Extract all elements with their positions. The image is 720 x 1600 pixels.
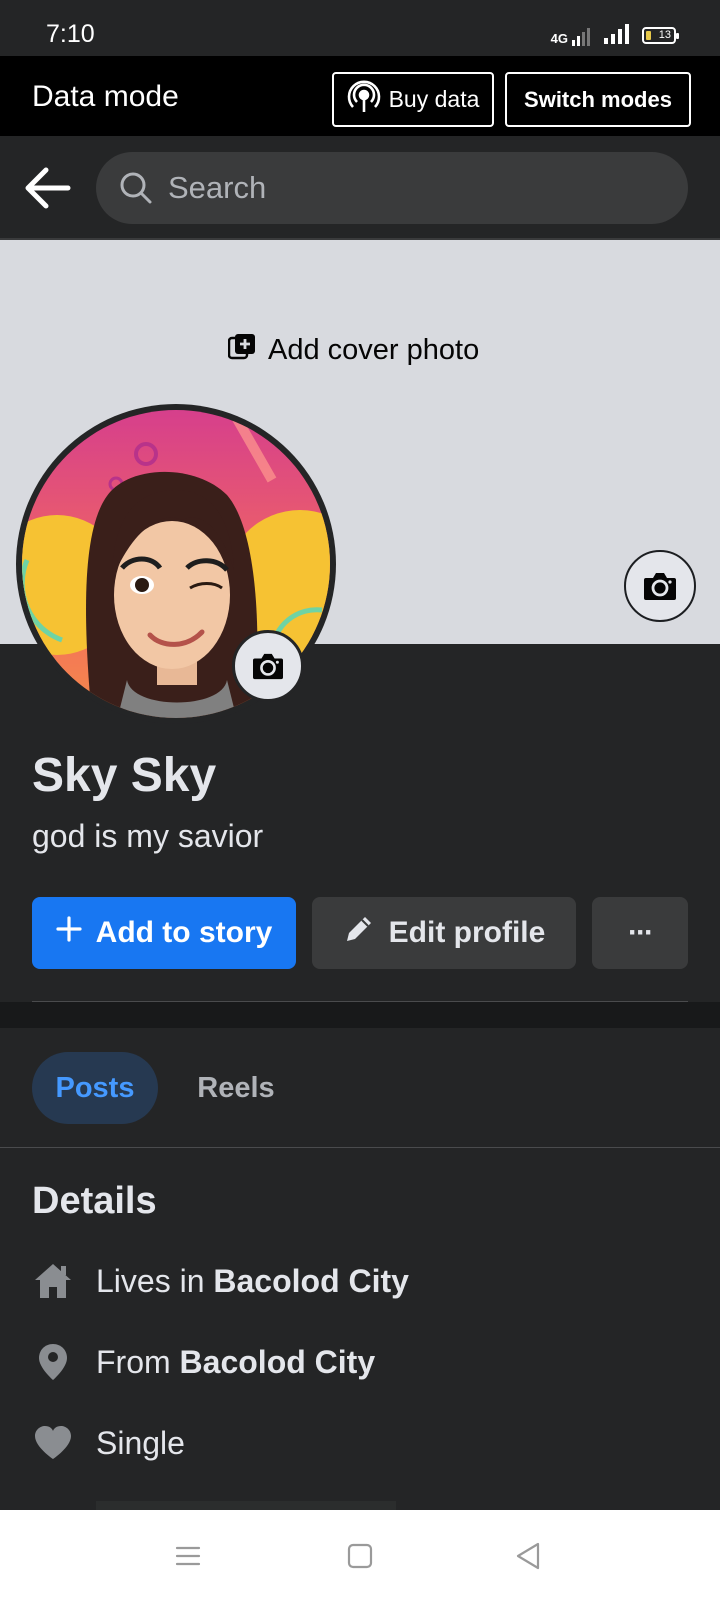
more-icon: ··· — [628, 916, 654, 949]
broadcast-icon — [347, 80, 381, 120]
section-separator — [0, 1002, 720, 1028]
triangle-back-icon — [516, 1542, 540, 1570]
plus-icon — [56, 916, 82, 950]
location-pin-icon — [32, 1341, 74, 1383]
add-to-story-button[interactable]: Add to story — [32, 897, 296, 969]
profile-bio: god is my savior — [32, 818, 264, 854]
detail-from: From Bacolod City — [32, 1337, 375, 1387]
camera-icon — [644, 573, 676, 600]
heart-icon — [32, 1422, 74, 1464]
search-input[interactable] — [168, 152, 668, 224]
switch-modes-label: Switch modes — [524, 86, 672, 112]
add-photo-icon — [227, 332, 256, 368]
status-time: 7:10 — [46, 20, 95, 48]
add-to-story-label: Add to story — [95, 916, 273, 949]
lives-in-prefix: Lives in — [96, 1262, 214, 1299]
relationship-text: Single — [96, 1424, 185, 1461]
recents-button[interactable] — [168, 1536, 208, 1576]
data-mode-title: Data mode — [32, 80, 179, 113]
edit-profile-label: Edit profile — [388, 916, 546, 949]
pencil-icon — [343, 913, 375, 953]
data-mode-bar: Data mode Buy data Switch modes — [0, 56, 720, 136]
from-value: Bacolod City — [179, 1343, 376, 1380]
profile-tabs: Posts Reels — [0, 1028, 720, 1148]
details-title: Details — [32, 1180, 157, 1222]
add-cover-label: Add cover photo — [268, 333, 480, 366]
detail-relationship: Single — [32, 1418, 185, 1468]
network-icon: 4G — [551, 26, 594, 46]
camera-icon — [253, 653, 283, 680]
switch-modes-button[interactable]: Switch modes — [505, 72, 691, 127]
status-bar: 7:10 4G 13 — [0, 0, 720, 56]
add-cover-photo-button[interactable]: Add cover photo — [227, 332, 480, 368]
avatar-camera-button[interactable] — [232, 630, 304, 702]
lives-in-value: Bacolod City — [213, 1262, 409, 1299]
signal-icon — [604, 22, 632, 49]
square-icon — [347, 1543, 373, 1569]
from-prefix: From — [96, 1343, 180, 1380]
search-icon — [118, 170, 154, 206]
home-button[interactable] — [340, 1536, 380, 1576]
battery-icon: 13 — [642, 27, 679, 44]
profile-name: Sky Sky — [32, 749, 217, 802]
more-options-button[interactable]: ··· — [592, 897, 688, 969]
menu-icon — [175, 1546, 201, 1566]
search-box[interactable] — [96, 152, 688, 224]
search-row — [0, 136, 720, 240]
buy-data-label: Buy data — [388, 86, 480, 112]
network-label: 4G — [550, 30, 568, 46]
home-icon — [32, 1260, 74, 1302]
system-nav-bar — [0, 1510, 720, 1600]
back-nav-button[interactable] — [508, 1536, 548, 1576]
edit-profile-button[interactable]: Edit profile — [312, 897, 576, 969]
cover-camera-button[interactable] — [624, 550, 696, 622]
status-icons: 4G 13 — [551, 22, 679, 49]
back-button[interactable] — [24, 166, 72, 210]
buy-data-button[interactable]: Buy data — [332, 72, 494, 127]
tab-posts[interactable]: Posts — [32, 1052, 158, 1124]
tab-reels[interactable]: Reels — [176, 1052, 296, 1124]
back-arrow-icon — [25, 167, 71, 209]
detail-lives-in: Lives in Bacolod City — [32, 1256, 409, 1306]
